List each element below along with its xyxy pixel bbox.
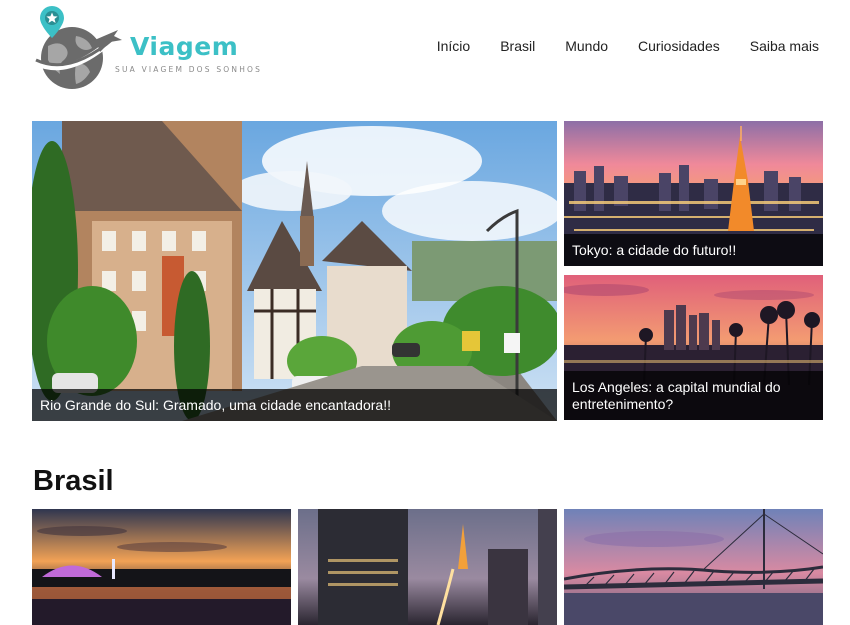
section-title-brasil: Brasil [33, 465, 114, 497]
globe-plane-icon [32, 6, 122, 89]
nav-item-mundo[interactable]: Mundo [565, 38, 608, 54]
featured-caption-gramado: Rio Grande do Sul: Gramado, uma cidade e… [32, 389, 557, 421]
brasil-card-1[interactable] [32, 509, 291, 625]
nav-item-inicio[interactable]: Início [437, 38, 470, 54]
featured-card-los-angeles[interactable]: Los Angeles: a capital mundial do entret… [564, 275, 823, 420]
featured-card-tokyo[interactable]: Tokyo: a cidade do futuro!! [564, 121, 823, 266]
brand-name: Viagem [130, 32, 239, 61]
site-logo[interactable]: Viagem SUA VIAGEM DOS SONHOS [30, 2, 270, 97]
featured-card-gramado[interactable]: Rio Grande do Sul: Gramado, uma cidade e… [32, 121, 557, 421]
featured-caption-los-angeles: Los Angeles: a capital mundial do entret… [564, 371, 823, 420]
nav-item-brasil[interactable]: Brasil [500, 38, 535, 54]
brasil-card-3-image [564, 509, 823, 625]
brasil-card-2-image [298, 509, 557, 625]
brand-tagline: SUA VIAGEM DOS SONHOS [115, 65, 263, 74]
brasil-card-3[interactable] [564, 509, 823, 625]
featured-caption-tokyo: Tokyo: a cidade do futuro!! [564, 234, 823, 266]
nav-item-saiba-mais[interactable]: Saiba mais [750, 38, 819, 54]
brasil-card-2[interactable] [298, 509, 557, 625]
brasil-card-1-image [32, 509, 291, 625]
nav-item-curiosidades[interactable]: Curiosidades [638, 38, 720, 54]
main-nav: Início Brasil Mundo Curiosidades Saiba m… [407, 38, 819, 54]
gramado-image [32, 121, 557, 421]
